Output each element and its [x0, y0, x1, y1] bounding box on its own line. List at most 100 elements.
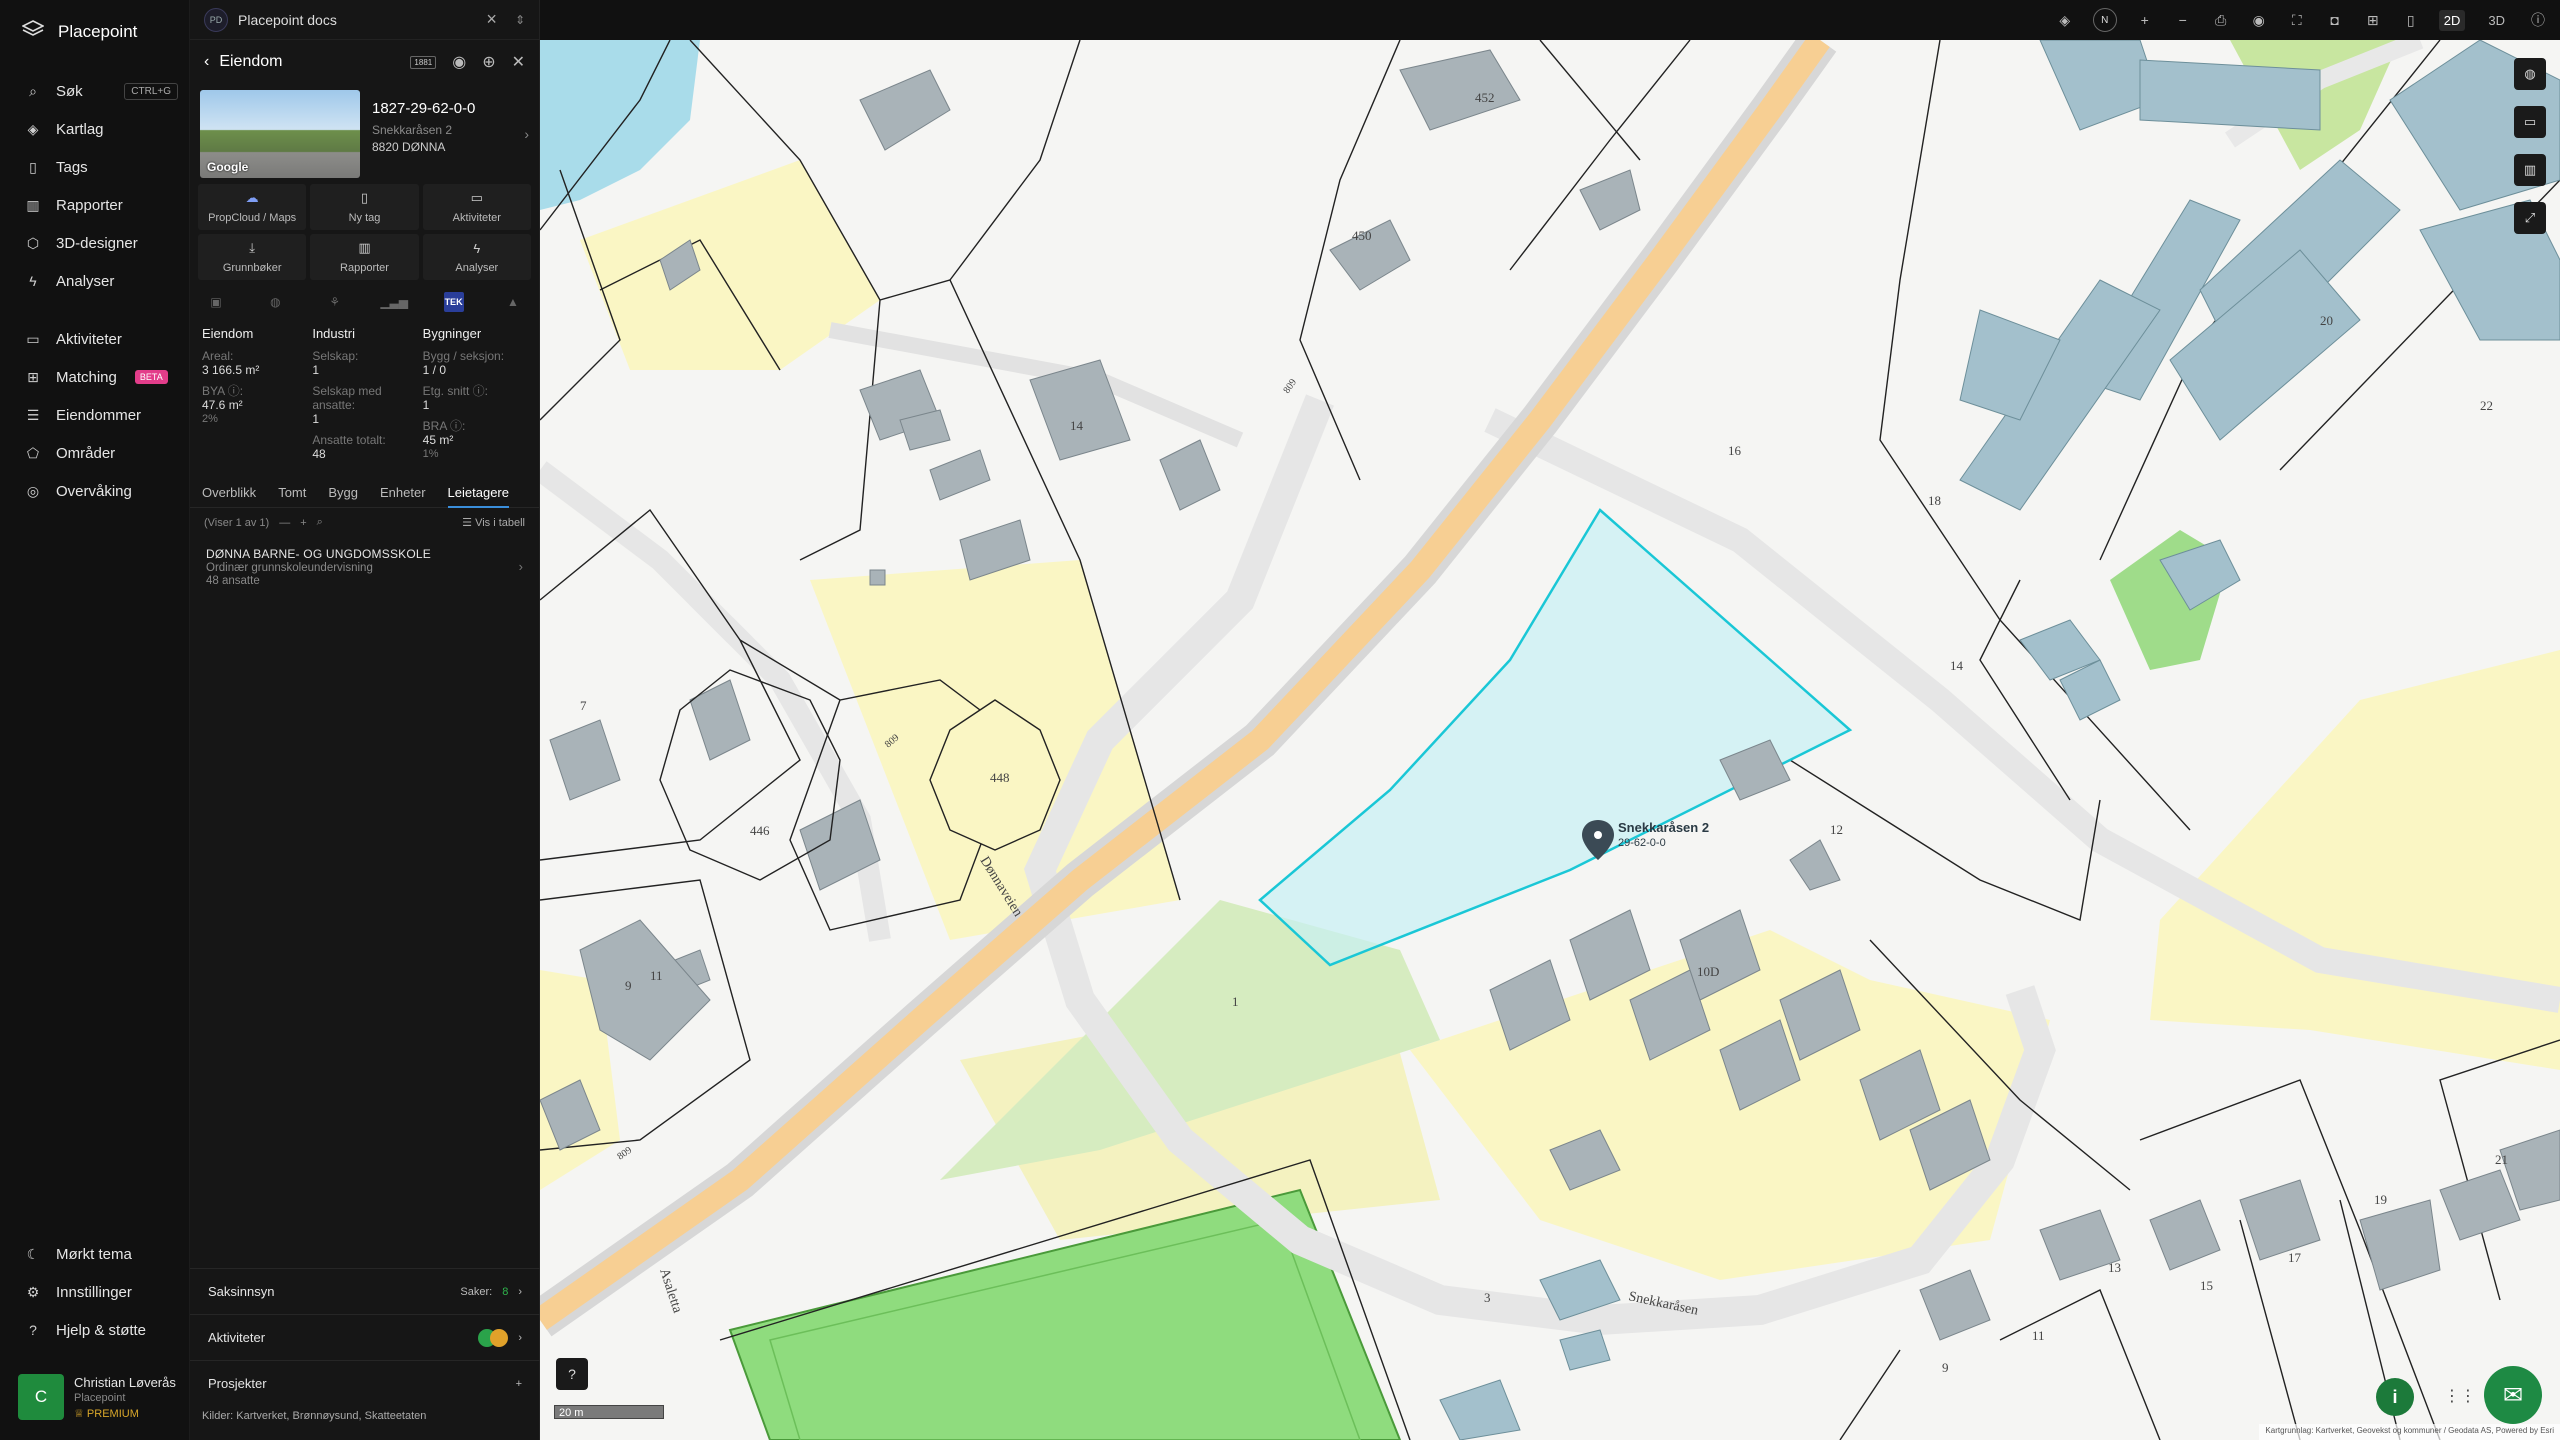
brand-name: Placepoint [58, 21, 138, 41]
propcloud-button[interactable]: ☁ PropCloud / Maps [198, 184, 307, 230]
view-3d-button[interactable]: 3D [2483, 10, 2510, 31]
nav-item-help[interactable]: ? Hjelp & støtte [0, 1311, 190, 1349]
phonebook-badge[interactable]: 1881 [410, 55, 437, 69]
bookmark-icon[interactable]: ▯ [2401, 12, 2421, 29]
compass-button[interactable]: N [2092, 8, 2117, 32]
workspace-title[interactable]: Placepoint docs [238, 12, 337, 28]
nav-item-matching[interactable]: ⊞ Matching BETA [0, 358, 190, 396]
nav-item-overvaking[interactable]: ◎ Overvåking [0, 472, 190, 510]
grid-icon[interactable]: ⊞ [2363, 12, 2383, 29]
nav-item-3d-designer[interactable]: ⬡ 3D-designer [0, 224, 190, 262]
logo-icon [21, 20, 45, 43]
eye-icon[interactable]: ◉ [452, 52, 466, 72]
nav-item-tags[interactable]: ▯ Tags [0, 148, 190, 186]
nav-item-rapporter[interactable]: ▥ Rapporter [0, 186, 190, 224]
download-icon: ⤓ [249, 240, 256, 255]
layers-toggle-icon[interactable]: ◈ [2055, 12, 2075, 29]
zoom-out-icon[interactable]: − [2173, 12, 2193, 28]
selected-marker[interactable]: Snekkaråsen 2 29-62-0-0 [1582, 820, 1709, 860]
match-icon: ⊞ [27, 368, 39, 385]
map-label-12: 12 [1830, 822, 1843, 837]
zoom-in-icon[interactable]: + [2135, 12, 2155, 28]
nav-item-analyser[interactable]: ϟ Analyser [0, 262, 190, 300]
left-nav: Placepoint ⌕ Søk CTRL+G ◈ Kartlag ▯ Tags ▥ Ra… [0, 0, 190, 1440]
map-label-11b: 11 [2032, 1328, 2045, 1343]
eye-icon[interactable]: ◉ [2249, 12, 2269, 29]
tab-enheter[interactable]: Enheter [380, 485, 426, 500]
analyses-button[interactable]: ϟ Analyser [422, 234, 531, 280]
nav-primary: ⌕ Søk CTRL+G ◈ Kartlag ▯ Tags ▥ Rapporter ⬡ 3D… [0, 72, 190, 510]
section-aktiviteter[interactable]: Aktiviteter › [190, 1314, 540, 1360]
add-icon[interactable]: + [300, 517, 306, 529]
brand[interactable]: Placepoint [21, 20, 138, 43]
nav-item-dark-theme[interactable]: ☾ Mørkt tema [0, 1235, 190, 1273]
grunnboker-button[interactable]: ⤓ Grunnbøker [198, 234, 307, 280]
tab-leietagere[interactable]: Leietagere [447, 485, 509, 508]
user-profile[interactable]: C Christian Løverås Placepoint ♕ PREMIUM [18, 1374, 176, 1420]
section-prosjekter[interactable]: Prosjekter + [190, 1360, 540, 1406]
help-button[interactable]: ? [556, 1358, 588, 1390]
source-people-icon[interactable]: ⚘ [325, 292, 345, 312]
property-card[interactable]: Google 1827-29-62-0-0 Snekkaråsen 2 8820… [190, 84, 539, 180]
new-tag-button[interactable]: ▯ Ny tag [310, 184, 419, 230]
print-icon[interactable]: ⎙ [2211, 12, 2231, 29]
nav-item-eiendommer[interactable]: ☰ Eiendommer [0, 396, 190, 434]
info-icon[interactable]: ⓘ [2528, 10, 2548, 30]
camera-icon[interactable]: ◘ [2325, 12, 2345, 28]
selected-parcel[interactable] [1258, 508, 1853, 967]
close-panel-icon[interactable]: ✕ [512, 52, 525, 72]
source-tek-icon[interactable]: TEK [443, 292, 464, 312]
nav-item-settings[interactable]: ⚙ Innstillinger [0, 1273, 190, 1311]
map-label-448: 448 [990, 770, 1010, 785]
section-saksinnsyn[interactable]: Saksinnsyn Saker: 8 › [190, 1268, 540, 1314]
map-side-tools: ◍ ▭ ▥ ⤢ [2514, 58, 2546, 234]
tab-tomt[interactable]: Tomt [278, 485, 306, 500]
source-globe-icon[interactable]: ◍ [265, 292, 285, 312]
collapse-icon[interactable]: — [279, 517, 290, 529]
source-be-icon[interactable]: ▣ [206, 292, 226, 312]
tab-overblikk[interactable]: Overblikk [202, 485, 256, 500]
activities-button[interactable]: ▭ Aktiviteter [422, 184, 531, 230]
sources-footer: Kilder: Kartverket, Brønnøysund, Skattee… [202, 1410, 427, 1422]
map-canvas[interactable]: 452 450 448 446 14 7 9 11 16 18 20 22 14… [540, 40, 2560, 1440]
target-icon[interactable]: ⊕ [482, 52, 495, 72]
source-bars-icon[interactable]: ▁▃▅ [380, 292, 408, 312]
route-label-809: 809 [1281, 377, 1299, 396]
stats-icon[interactable]: ▥ [2514, 154, 2546, 186]
view-2d-button[interactable]: 2D [2438, 9, 2466, 31]
map-label-9b: 9 [1942, 1360, 1949, 1375]
source-more-icon[interactable]: ▲ [503, 292, 523, 312]
shortcut-badge: CTRL+G [124, 82, 178, 100]
basemap-icon[interactable]: ◍ [2514, 58, 2546, 90]
list-item[interactable]: DØNNA BARNE- OG UNGDOMSSKOLE Ordinær gru… [190, 537, 539, 597]
activity-avatars [478, 1328, 509, 1347]
chat-icon: ▭ [470, 190, 483, 205]
chat-button[interactable]: ✉ [2484, 1366, 2542, 1424]
zoom-extent-icon[interactable]: ⤢ [2514, 202, 2546, 234]
map-label-16: 16 [1728, 443, 1742, 458]
info-button[interactable]: i [2376, 1378, 2414, 1416]
updown-icon[interactable]: ⇕ [515, 13, 525, 27]
fullscreen-icon[interactable]: ⛶ [2287, 12, 2307, 29]
street-view-photo[interactable]: Google [200, 90, 360, 178]
reports-button[interactable]: ▥ Rapporter [310, 234, 419, 280]
nav-item-aktiviteter[interactable]: ▭ Aktiviteter [0, 320, 190, 358]
add-icon[interactable]: + [516, 1378, 522, 1390]
search-icon[interactable]: ⌕ [317, 516, 323, 529]
map-svg[interactable]: 452 450 448 446 14 7 9 11 16 18 20 22 14… [540, 40, 2560, 1440]
measure-icon[interactable]: ▭ [2514, 106, 2546, 138]
map-label-7: 7 [580, 698, 587, 713]
map-label-21: 21 [2495, 1152, 2508, 1167]
nav-item-sok[interactable]: ⌕ Søk CTRL+G [0, 72, 190, 110]
table-view-button[interactable]: ☰ Vis i tabell [462, 516, 525, 529]
back-icon[interactable]: ‹ [204, 53, 209, 71]
tab-bygg[interactable]: Bygg [328, 485, 358, 500]
drag-handle-icon[interactable]: ⋮⋮ [2444, 1386, 2476, 1406]
chevron-right-icon: › [518, 559, 523, 574]
map-label-1: 1 [1232, 994, 1239, 1009]
chat-icon: ✉ [2502, 1381, 2524, 1409]
nav-item-kartlag[interactable]: ◈ Kartlag [0, 110, 190, 148]
close-icon[interactable]: × [486, 9, 497, 30]
list-count: (Viser 1 av 1) [204, 516, 270, 529]
nav-item-omrader[interactable]: ⬠ Områder [0, 434, 190, 472]
